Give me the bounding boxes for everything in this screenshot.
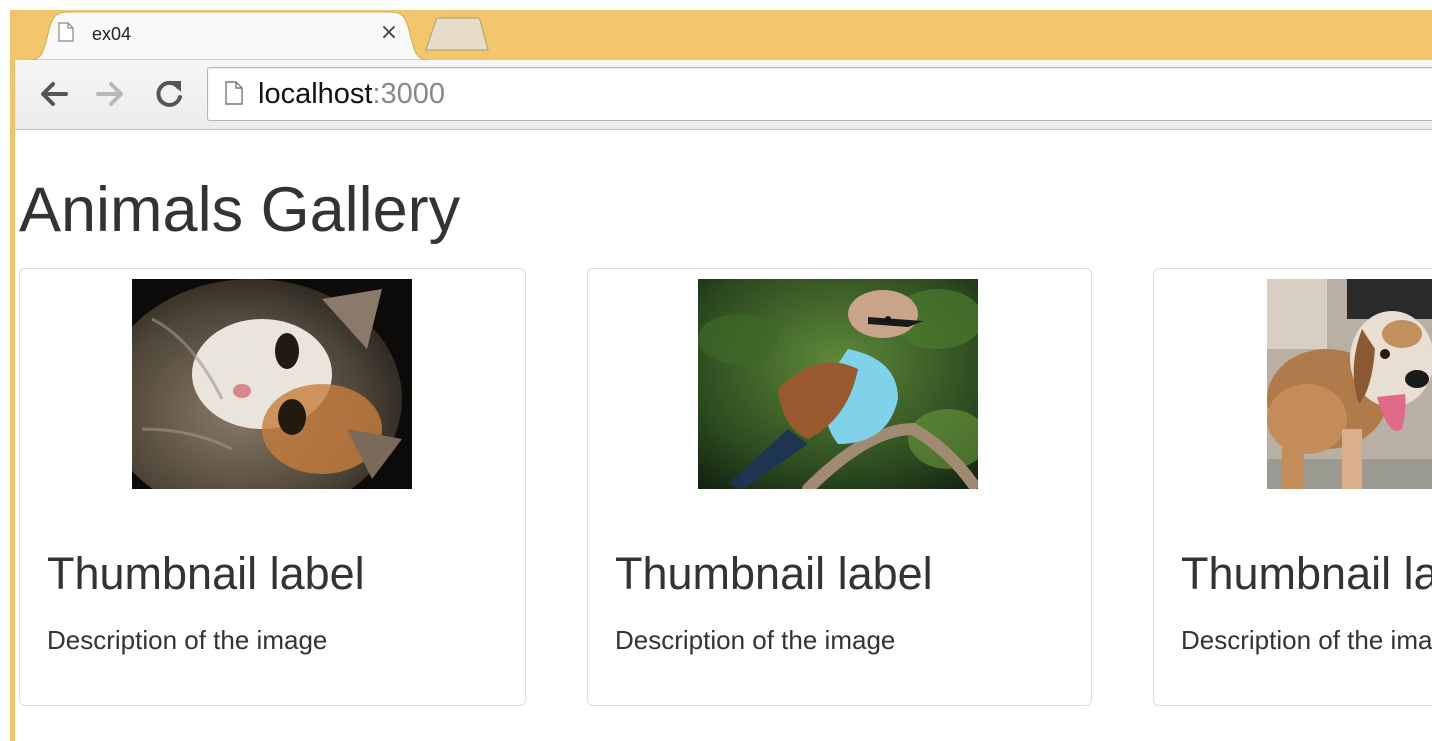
bird-photo	[698, 279, 978, 489]
page-icon	[225, 81, 243, 105]
page-title: Animals Gallery	[19, 175, 461, 245]
new-tab-button[interactable]	[424, 17, 490, 51]
thumbnail-card: Thumbnail label Description of the image	[1153, 268, 1432, 706]
tab-shape	[30, 11, 428, 60]
thumbnail-card: Thumbnail label Description of the image	[587, 268, 1092, 706]
dog-photo	[1267, 279, 1432, 489]
tab-title[interactable]: ex04	[92, 23, 131, 45]
thumbnail-label: Thumbnail label	[47, 548, 365, 599]
page-icon	[58, 22, 74, 42]
thumbnail-description: Description of the image	[47, 625, 328, 655]
url-host: localhost	[258, 78, 373, 110]
thumbnail-label: Thumbnail label	[615, 548, 933, 599]
url-text[interactable]: localhost:3000	[258, 76, 445, 112]
thumbnail-label: Thumbnail label	[1181, 548, 1432, 599]
browser-tab[interactable]	[30, 10, 428, 60]
tab-close-icon[interactable]: ×	[378, 20, 400, 46]
thumbnail-card: Thumbnail label Description of the image	[19, 268, 526, 706]
arrow-right-icon[interactable]	[94, 75, 128, 113]
window-frame-top	[0, 0, 1432, 10]
reload-icon[interactable]	[152, 75, 186, 113]
thumbnail-description: Description of the image	[615, 625, 896, 655]
cat-photo	[132, 279, 412, 489]
url-port: :3000	[372, 78, 446, 110]
thumbnail-description: Description of the image	[1181, 625, 1432, 655]
arrow-left-icon[interactable]	[36, 75, 70, 113]
